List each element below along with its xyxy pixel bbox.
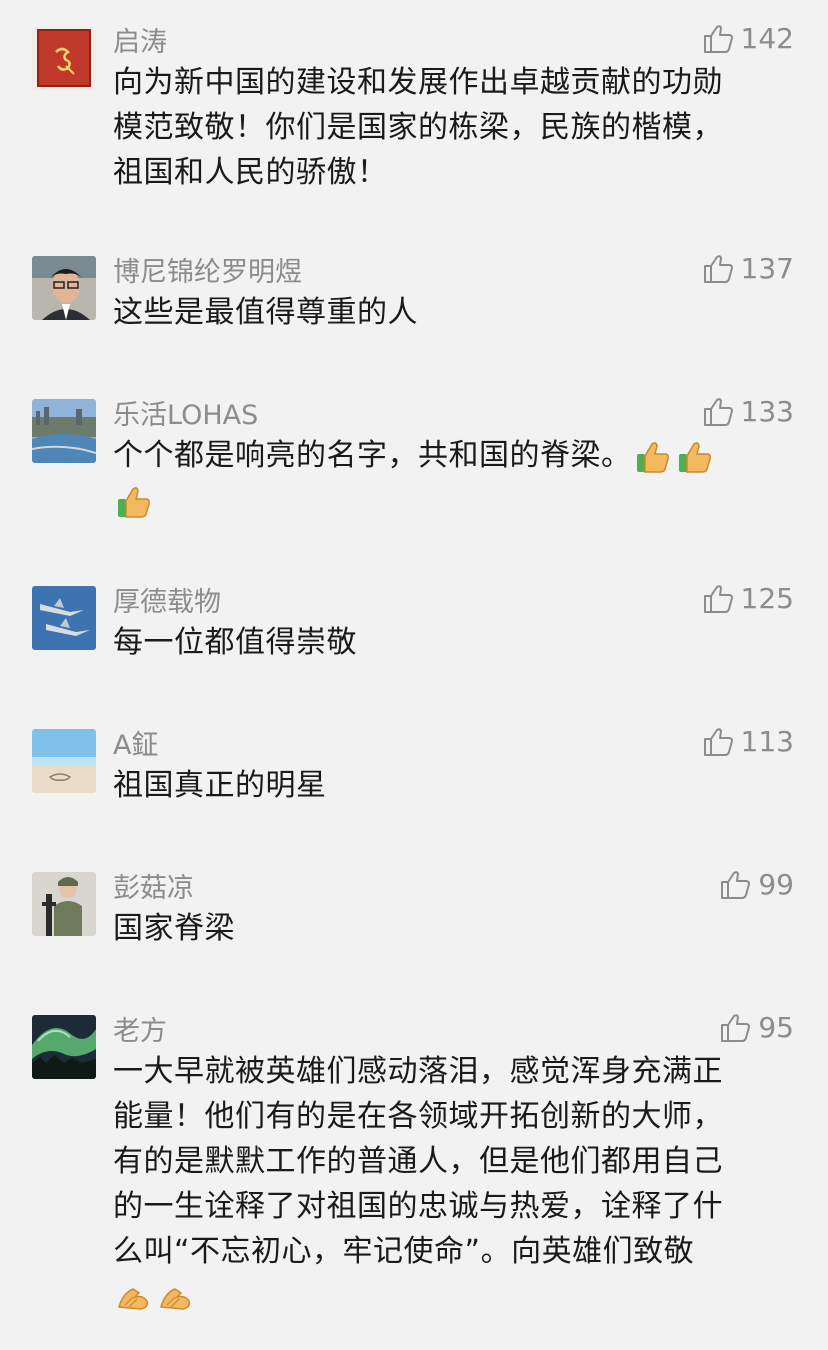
like-count: 142 — [740, 22, 794, 55]
comment-author[interactable]: 厚德载物 — [113, 580, 221, 619]
like-button[interactable]: 137 — [703, 252, 794, 285]
fist-emoji — [157, 1281, 195, 1315]
thumbs-up-outline-icon — [720, 870, 752, 900]
comment-text-content: 个个都是响亮的名字，共和国的脊梁。 — [113, 438, 632, 473]
comment-text-content: 一大早就被英雄们感动落泪，感觉浑身充满正 能量！他们有的是在各领域开拓创新的大师… — [113, 1054, 723, 1269]
thumbs-up-outline-icon — [703, 254, 735, 284]
like-button[interactable]: 125 — [703, 582, 794, 615]
like-button[interactable]: 142 — [703, 22, 794, 55]
thumbs-up-outline-icon — [703, 584, 735, 614]
thumbs-up-outline-icon — [703, 24, 735, 54]
avatar[interactable] — [32, 1015, 96, 1079]
comment-text: 国家脊梁 — [113, 911, 235, 946]
like-button[interactable]: 133 — [703, 395, 794, 428]
comment-author[interactable]: A鉦 — [113, 723, 158, 762]
comment-text: 个个都是响亮的名字，共和国的脊梁。 — [113, 433, 793, 523]
comment-author[interactable]: 博尼锦纶罗明煜 — [113, 250, 302, 289]
like-count: 137 — [740, 252, 794, 285]
thumbs-up-outline-icon — [703, 727, 735, 757]
avatar[interactable] — [32, 729, 96, 793]
like-count: 133 — [740, 395, 794, 428]
like-button[interactable]: 95 — [720, 1011, 794, 1044]
comment-author[interactable]: 老方 — [113, 1009, 167, 1048]
comment-text: 一大早就被英雄们感动落泪，感觉浑身充满正 能量！他们有的是在各领域开拓创新的大师… — [113, 1049, 793, 1319]
avatar[interactable] — [32, 872, 96, 936]
comment-text: 每一位都值得崇敬 — [113, 625, 357, 660]
like-button[interactable]: 99 — [720, 868, 794, 901]
comment-text: 祖国真正的明星 — [113, 768, 327, 803]
avatar[interactable] — [32, 26, 96, 90]
thumbs-up-emoji — [634, 438, 672, 476]
comment-author[interactable]: 乐活LOHAS — [113, 393, 258, 432]
like-count: 95 — [758, 1011, 794, 1044]
comment-text: 这些是最值得尊重的人 — [113, 295, 418, 330]
like-button[interactable]: 113 — [703, 725, 794, 758]
thumbs-up-emoji — [115, 483, 153, 521]
like-count: 125 — [740, 582, 794, 615]
thumbs-up-emoji — [676, 438, 714, 476]
comment-text: 向为新中国的建设和发展作出卓越贡献的功勋 模范致敬！你们是国家的栋梁，民族的楷模… — [113, 65, 723, 190]
avatar[interactable] — [32, 256, 96, 320]
comment-author[interactable]: 启涛 — [113, 20, 167, 59]
comment-author[interactable]: 彭菇凉 — [113, 866, 194, 905]
thumbs-up-outline-icon — [720, 1013, 752, 1043]
like-count: 113 — [740, 725, 794, 758]
like-count: 99 — [758, 868, 794, 901]
thumbs-up-outline-icon — [703, 397, 735, 427]
avatar[interactable] — [32, 399, 96, 463]
avatar[interactable] — [32, 586, 96, 650]
fist-emoji — [115, 1281, 153, 1315]
